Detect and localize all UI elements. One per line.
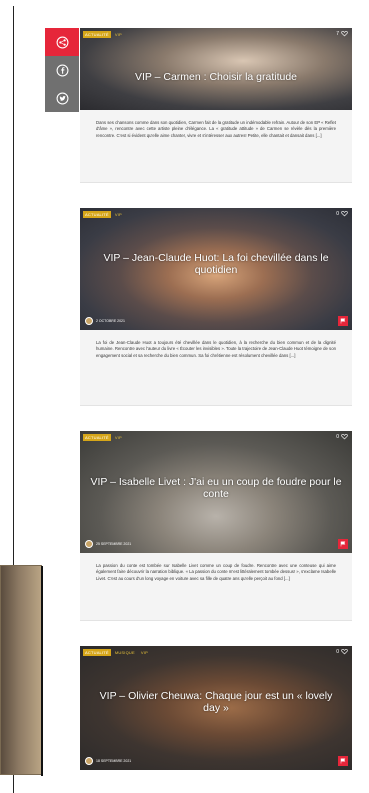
post-hero[interactable]: ACTUALITÉ VIP 0 VIP – Jean-Claude Huot: … — [80, 208, 352, 330]
author-avatar[interactable] — [85, 757, 93, 765]
post-hero[interactable]: ACTUALITÉ MUSIQUE VIP 0 VIP – Olivier Ch… — [80, 646, 352, 770]
like-count: 0 — [336, 648, 339, 655]
post-meta: 2 OCTOBRE 2021 — [85, 317, 125, 325]
post-card: ACTUALITÉ VIP 7 VIP – Carmen : Choisir l… — [80, 28, 352, 183]
post-hero[interactable]: ACTUALITÉ VIP 7 VIP – Carmen : Choisir l… — [80, 28, 352, 110]
post-excerpt: La foi de Jean-Claude Huot a toujours ét… — [80, 330, 352, 406]
heart-icon — [341, 210, 348, 217]
heart-icon — [341, 648, 348, 655]
category-tag[interactable]: VIP — [139, 649, 150, 656]
post-title[interactable]: VIP – Carmen : Choisir la gratitude — [90, 71, 342, 83]
author-avatar[interactable] — [85, 540, 93, 548]
twitter-icon — [56, 92, 68, 104]
like-counter[interactable]: 0 — [336, 648, 348, 655]
post-hero-image — [80, 28, 352, 110]
bookmark-button[interactable] — [338, 316, 348, 326]
post-card: ACTUALITÉ MUSIQUE VIP 0 VIP – Olivier Ch… — [80, 646, 352, 770]
like-count: 0 — [336, 210, 339, 217]
post-categories: ACTUALITÉ MUSIQUE VIP — [83, 649, 150, 656]
post-title[interactable]: VIP – Isabelle Livet : J'ai eu un coup d… — [90, 476, 342, 500]
post-card: ACTUALITÉ VIP 0 VIP – Isabelle Livet : J… — [80, 431, 352, 621]
post-card: ACTUALITÉ VIP 0 VIP – Jean-Claude Huot: … — [80, 208, 352, 406]
flag-icon — [340, 318, 346, 324]
facebook-icon — [56, 64, 68, 76]
post-date: 25 SEPTEMBRE 2021 — [96, 542, 132, 546]
heart-icon — [341, 433, 348, 440]
category-tag[interactable]: ACTUALITÉ — [83, 434, 111, 441]
flag-icon — [340, 758, 346, 764]
category-tag[interactable]: VIP — [113, 211, 124, 218]
post-meta: 25 SEPTEMBRE 2021 — [85, 540, 131, 548]
category-tag[interactable]: ACTUALITÉ — [83, 31, 111, 38]
post-hero[interactable]: ACTUALITÉ VIP 0 VIP – Isabelle Livet : J… — [80, 431, 352, 553]
facebook-share-button[interactable] — [45, 56, 79, 84]
post-categories: ACTUALITÉ VIP — [83, 211, 124, 218]
share-bar — [45, 28, 79, 112]
post-date: 18 SEPTEMBRE 2021 — [96, 759, 132, 763]
twitter-share-button[interactable] — [45, 84, 79, 112]
bookmark-button[interactable] — [338, 539, 348, 549]
like-counter[interactable]: 0 — [336, 433, 348, 440]
category-tag[interactable]: MUSIQUE — [113, 649, 137, 656]
post-feed: ACTUALITÉ VIP 7 VIP – Carmen : Choisir l… — [80, 28, 352, 793]
share-toggle-button[interactable] — [45, 28, 79, 56]
category-tag[interactable]: ACTUALITÉ — [83, 211, 111, 218]
post-categories: ACTUALITÉ VIP — [83, 31, 124, 38]
post-excerpt: Dans ses chansons comme dans son quotidi… — [80, 110, 352, 183]
like-count: 0 — [336, 433, 339, 440]
post-categories: ACTUALITÉ VIP — [83, 434, 124, 441]
category-tag[interactable]: VIP — [113, 31, 124, 38]
bookmark-button[interactable] — [338, 756, 348, 766]
like-counter[interactable]: 0 — [336, 210, 348, 217]
post-excerpt: La passion du conte est tombée sur Isabe… — [80, 553, 352, 621]
post-title[interactable]: VIP – Olivier Cheuwa: Chaque jour est un… — [90, 690, 342, 714]
category-tag[interactable]: VIP — [113, 434, 124, 441]
adjacent-photo-edge — [0, 565, 43, 776]
post-date: 2 OCTOBRE 2021 — [96, 319, 125, 323]
author-avatar[interactable] — [85, 317, 93, 325]
category-tag[interactable]: ACTUALITÉ — [83, 649, 111, 656]
flag-icon — [340, 541, 346, 547]
like-counter[interactable]: 7 — [336, 30, 348, 37]
heart-icon — [341, 30, 348, 37]
post-meta: 18 SEPTEMBRE 2021 — [85, 757, 131, 765]
share-icon — [56, 36, 68, 48]
like-count: 7 — [336, 30, 339, 37]
post-title[interactable]: VIP – Jean-Claude Huot: La foi chevillée… — [90, 252, 342, 276]
